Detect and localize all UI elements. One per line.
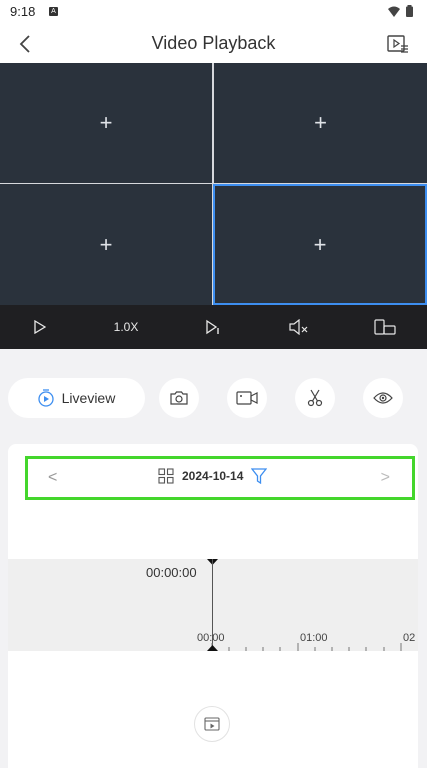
timeline[interactable]: 00:00:00 00:00 01:00 02 (8, 559, 418, 651)
snapshot-button[interactable] (159, 378, 199, 418)
app-bar: Video Playback (0, 24, 427, 63)
action-row: Liveview (0, 378, 427, 420)
date-selector[interactable]: 2024-10-14 (158, 468, 268, 484)
eye-icon (373, 392, 393, 404)
add-channel-icon: + (99, 110, 113, 135)
video-grid: + + + + (0, 63, 427, 305)
prev-date-button[interactable]: < (48, 469, 57, 487)
video-record-icon (236, 391, 258, 405)
status-icons (388, 5, 413, 17)
record-button[interactable] (227, 378, 267, 418)
liveview-label: Liveview (61, 390, 116, 406)
rotate-screen-icon (374, 319, 396, 335)
video-cell-3[interactable]: + (0, 184, 212, 305)
mute-button[interactable] (277, 305, 321, 349)
status-time: 9:18 (10, 4, 36, 19)
filter-icon[interactable] (251, 468, 268, 484)
scissors-icon (307, 389, 323, 407)
rotate-screen-button[interactable] (363, 305, 407, 349)
cursor-bottom-icon (207, 645, 218, 651)
next-date-button[interactable]: > (381, 469, 390, 487)
current-time: 00:00:00 (146, 565, 197, 580)
add-channel-icon: + (314, 110, 327, 135)
clip-button[interactable] (295, 378, 335, 418)
speed-button[interactable]: 1.0X (104, 305, 148, 349)
privacy-button[interactable] (363, 378, 403, 418)
liveview-icon (37, 389, 54, 407)
selected-date: 2024-10-14 (182, 469, 244, 483)
status-bar: 9:18 A (0, 0, 427, 24)
add-channel-icon: + (313, 231, 327, 257)
video-cell-2[interactable]: + (214, 63, 427, 183)
battery-icon (406, 5, 413, 17)
film-clip-icon (204, 717, 220, 731)
page-title: Video Playback (151, 33, 276, 53)
video-cell-1[interactable]: + (0, 63, 212, 183)
playback-controls: 1.0X (0, 305, 427, 349)
a-square-icon: A (49, 7, 58, 16)
playback-panel: < 2024-10-14 > 00:00:00 00:00 01:00 02 (8, 444, 418, 768)
step-forward-icon (206, 319, 219, 335)
add-channel-icon: + (99, 231, 113, 257)
liveview-button[interactable]: Liveview (8, 378, 145, 418)
video-cell-4[interactable]: + (213, 184, 427, 305)
play-button[interactable] (18, 305, 62, 349)
play-icon (34, 320, 46, 334)
wifi-icon (388, 6, 400, 17)
recording-list-button[interactable] (194, 706, 230, 742)
date-bar: < 2024-10-14 > (25, 456, 415, 500)
playlist-icon (387, 35, 408, 53)
playlist-button[interactable] (385, 31, 411, 57)
step-forward-button[interactable] (191, 305, 235, 349)
camera-icon (170, 391, 188, 405)
mute-icon (289, 319, 308, 335)
grid-view-icon (158, 468, 174, 484)
